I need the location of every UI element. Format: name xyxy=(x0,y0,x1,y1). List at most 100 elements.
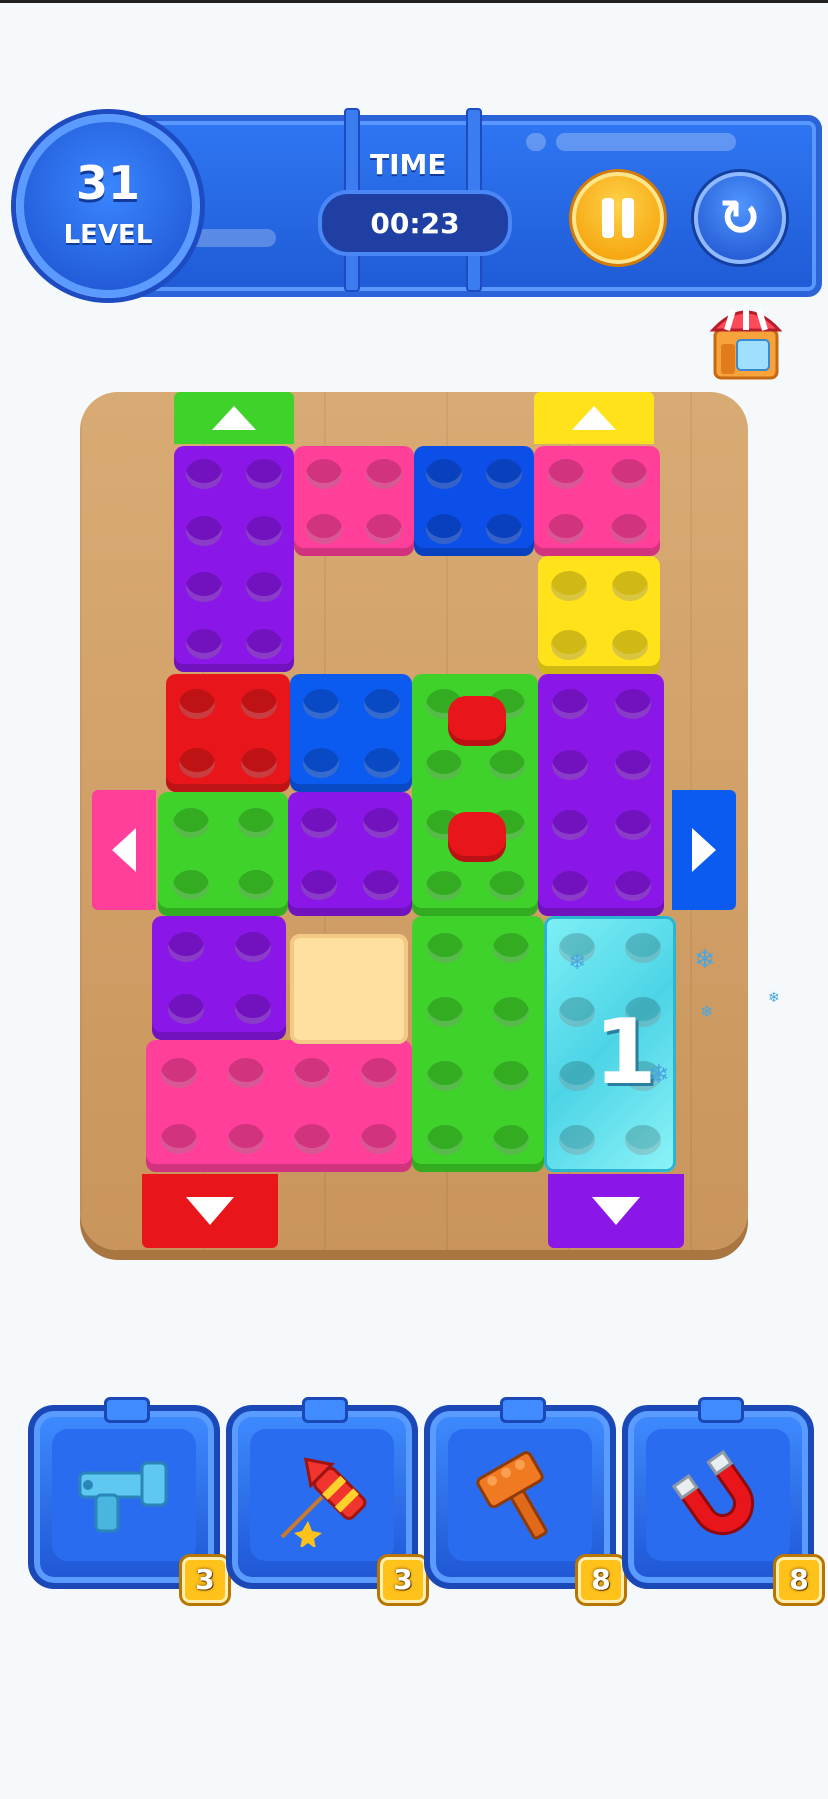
brick-stud xyxy=(360,1124,397,1154)
brick-stud xyxy=(559,997,595,1027)
arrow-down-icon xyxy=(592,1197,640,1225)
brick-stud xyxy=(614,810,651,841)
purple-block[interactable] xyxy=(288,792,412,916)
panel-clip xyxy=(500,1397,546,1423)
brick-stud xyxy=(486,458,522,489)
blue-block[interactable] xyxy=(414,446,534,556)
brick-stud xyxy=(488,749,525,780)
purple-block[interactable] xyxy=(538,674,664,916)
brick-stud xyxy=(425,749,462,780)
brick-stud xyxy=(551,689,588,720)
arrow-up-icon xyxy=(572,406,616,430)
brick-stud xyxy=(186,459,222,490)
pink-block[interactable] xyxy=(294,446,414,556)
snowflake-icon: ❄ xyxy=(568,950,587,975)
brick-stud xyxy=(237,808,274,838)
shop-icon[interactable] xyxy=(707,300,785,382)
snowflake-icon: ❄ xyxy=(700,1002,714,1021)
level-label: LEVEL xyxy=(63,220,153,250)
brick-stud xyxy=(559,1061,595,1091)
brick-stud xyxy=(172,808,209,838)
restart-icon: ↻ xyxy=(719,189,761,247)
toy-gun-icon xyxy=(78,1461,168,1533)
brick-stud xyxy=(493,933,529,963)
brick-stud xyxy=(427,1061,463,1091)
brick-stud xyxy=(493,1125,529,1155)
brick-stud xyxy=(427,1125,463,1155)
brick-stud xyxy=(547,513,584,544)
brick-stud xyxy=(360,1058,397,1088)
level-number: 31 xyxy=(75,156,140,210)
brick-stud xyxy=(363,688,400,719)
powerup-count: 3 xyxy=(380,1557,426,1603)
brick-stud xyxy=(550,570,587,601)
brick-stud xyxy=(614,870,651,901)
red-block[interactable] xyxy=(166,674,290,792)
time-label: TIME xyxy=(370,148,447,181)
brick-stud xyxy=(547,458,584,489)
brick-stud xyxy=(179,688,215,719)
brick-stud xyxy=(306,513,342,544)
green-block[interactable] xyxy=(158,792,288,916)
brick-stud xyxy=(167,932,204,962)
brick-stud xyxy=(551,749,588,780)
powerup-count: 8 xyxy=(776,1557,822,1603)
brick-stud xyxy=(167,994,204,1024)
powerup-magnet-button[interactable]: 8 xyxy=(622,1397,822,1603)
brick-stud xyxy=(611,570,648,601)
brick-stud xyxy=(426,458,462,489)
brick-stud xyxy=(227,1058,264,1088)
pink-block[interactable] xyxy=(146,1040,412,1172)
status-bar-edge xyxy=(0,0,828,3)
purple-down-gate xyxy=(548,1174,684,1248)
brick-stud xyxy=(551,810,588,841)
brick-stud xyxy=(625,933,661,963)
panel-clip xyxy=(104,1397,150,1423)
restart-button[interactable]: ↻ xyxy=(694,172,786,264)
pink-block[interactable] xyxy=(534,446,660,556)
powerup-count: 3 xyxy=(182,1557,228,1603)
arrow-right-icon xyxy=(692,828,716,872)
brick-stud xyxy=(493,997,529,1027)
brick-stud xyxy=(366,458,402,489)
red-cap-stud xyxy=(448,812,506,862)
brick-stud xyxy=(186,515,222,546)
powerup-gun-button[interactable]: 3 xyxy=(28,1397,228,1603)
brick-stud xyxy=(186,628,222,659)
blue-block[interactable] xyxy=(290,674,412,792)
brick-stud xyxy=(551,870,588,901)
brick-stud xyxy=(559,1125,595,1155)
powerup-rocket-button[interactable]: 3 xyxy=(226,1397,426,1603)
purple-block[interactable] xyxy=(152,916,286,1040)
brick-stud xyxy=(301,808,337,838)
brick-stud xyxy=(306,458,342,489)
brick-stud xyxy=(302,688,339,719)
brick-stud xyxy=(425,870,462,901)
powerup-hammer-button[interactable]: 8 xyxy=(424,1397,624,1603)
yellow-block[interactable] xyxy=(538,556,660,674)
brick-stud xyxy=(237,870,274,900)
brick-stud xyxy=(161,1124,198,1154)
brick-stud xyxy=(186,572,222,603)
brick-stud xyxy=(614,749,651,780)
brick-stud xyxy=(363,870,399,900)
brick-stud xyxy=(366,513,402,544)
green-block[interactable] xyxy=(412,916,544,1172)
brick-stud xyxy=(301,870,337,900)
timer-display: 00:23 xyxy=(318,190,512,256)
purple-block[interactable] xyxy=(174,446,294,672)
brick-stud xyxy=(179,747,215,778)
brick-stud xyxy=(227,1124,264,1154)
brick-stud xyxy=(363,747,400,778)
level-badge: 31 LEVEL xyxy=(16,114,200,298)
pause-button[interactable] xyxy=(572,172,664,264)
brick-stud xyxy=(610,458,647,489)
brick-stud xyxy=(241,688,277,719)
arrow-up-icon xyxy=(212,406,256,430)
brick-stud xyxy=(427,997,463,1027)
brick-stud xyxy=(246,572,282,603)
hud-highlight xyxy=(556,133,736,151)
brick-stud xyxy=(488,870,525,901)
brick-stud xyxy=(550,629,587,660)
brick-stud xyxy=(294,1124,331,1154)
